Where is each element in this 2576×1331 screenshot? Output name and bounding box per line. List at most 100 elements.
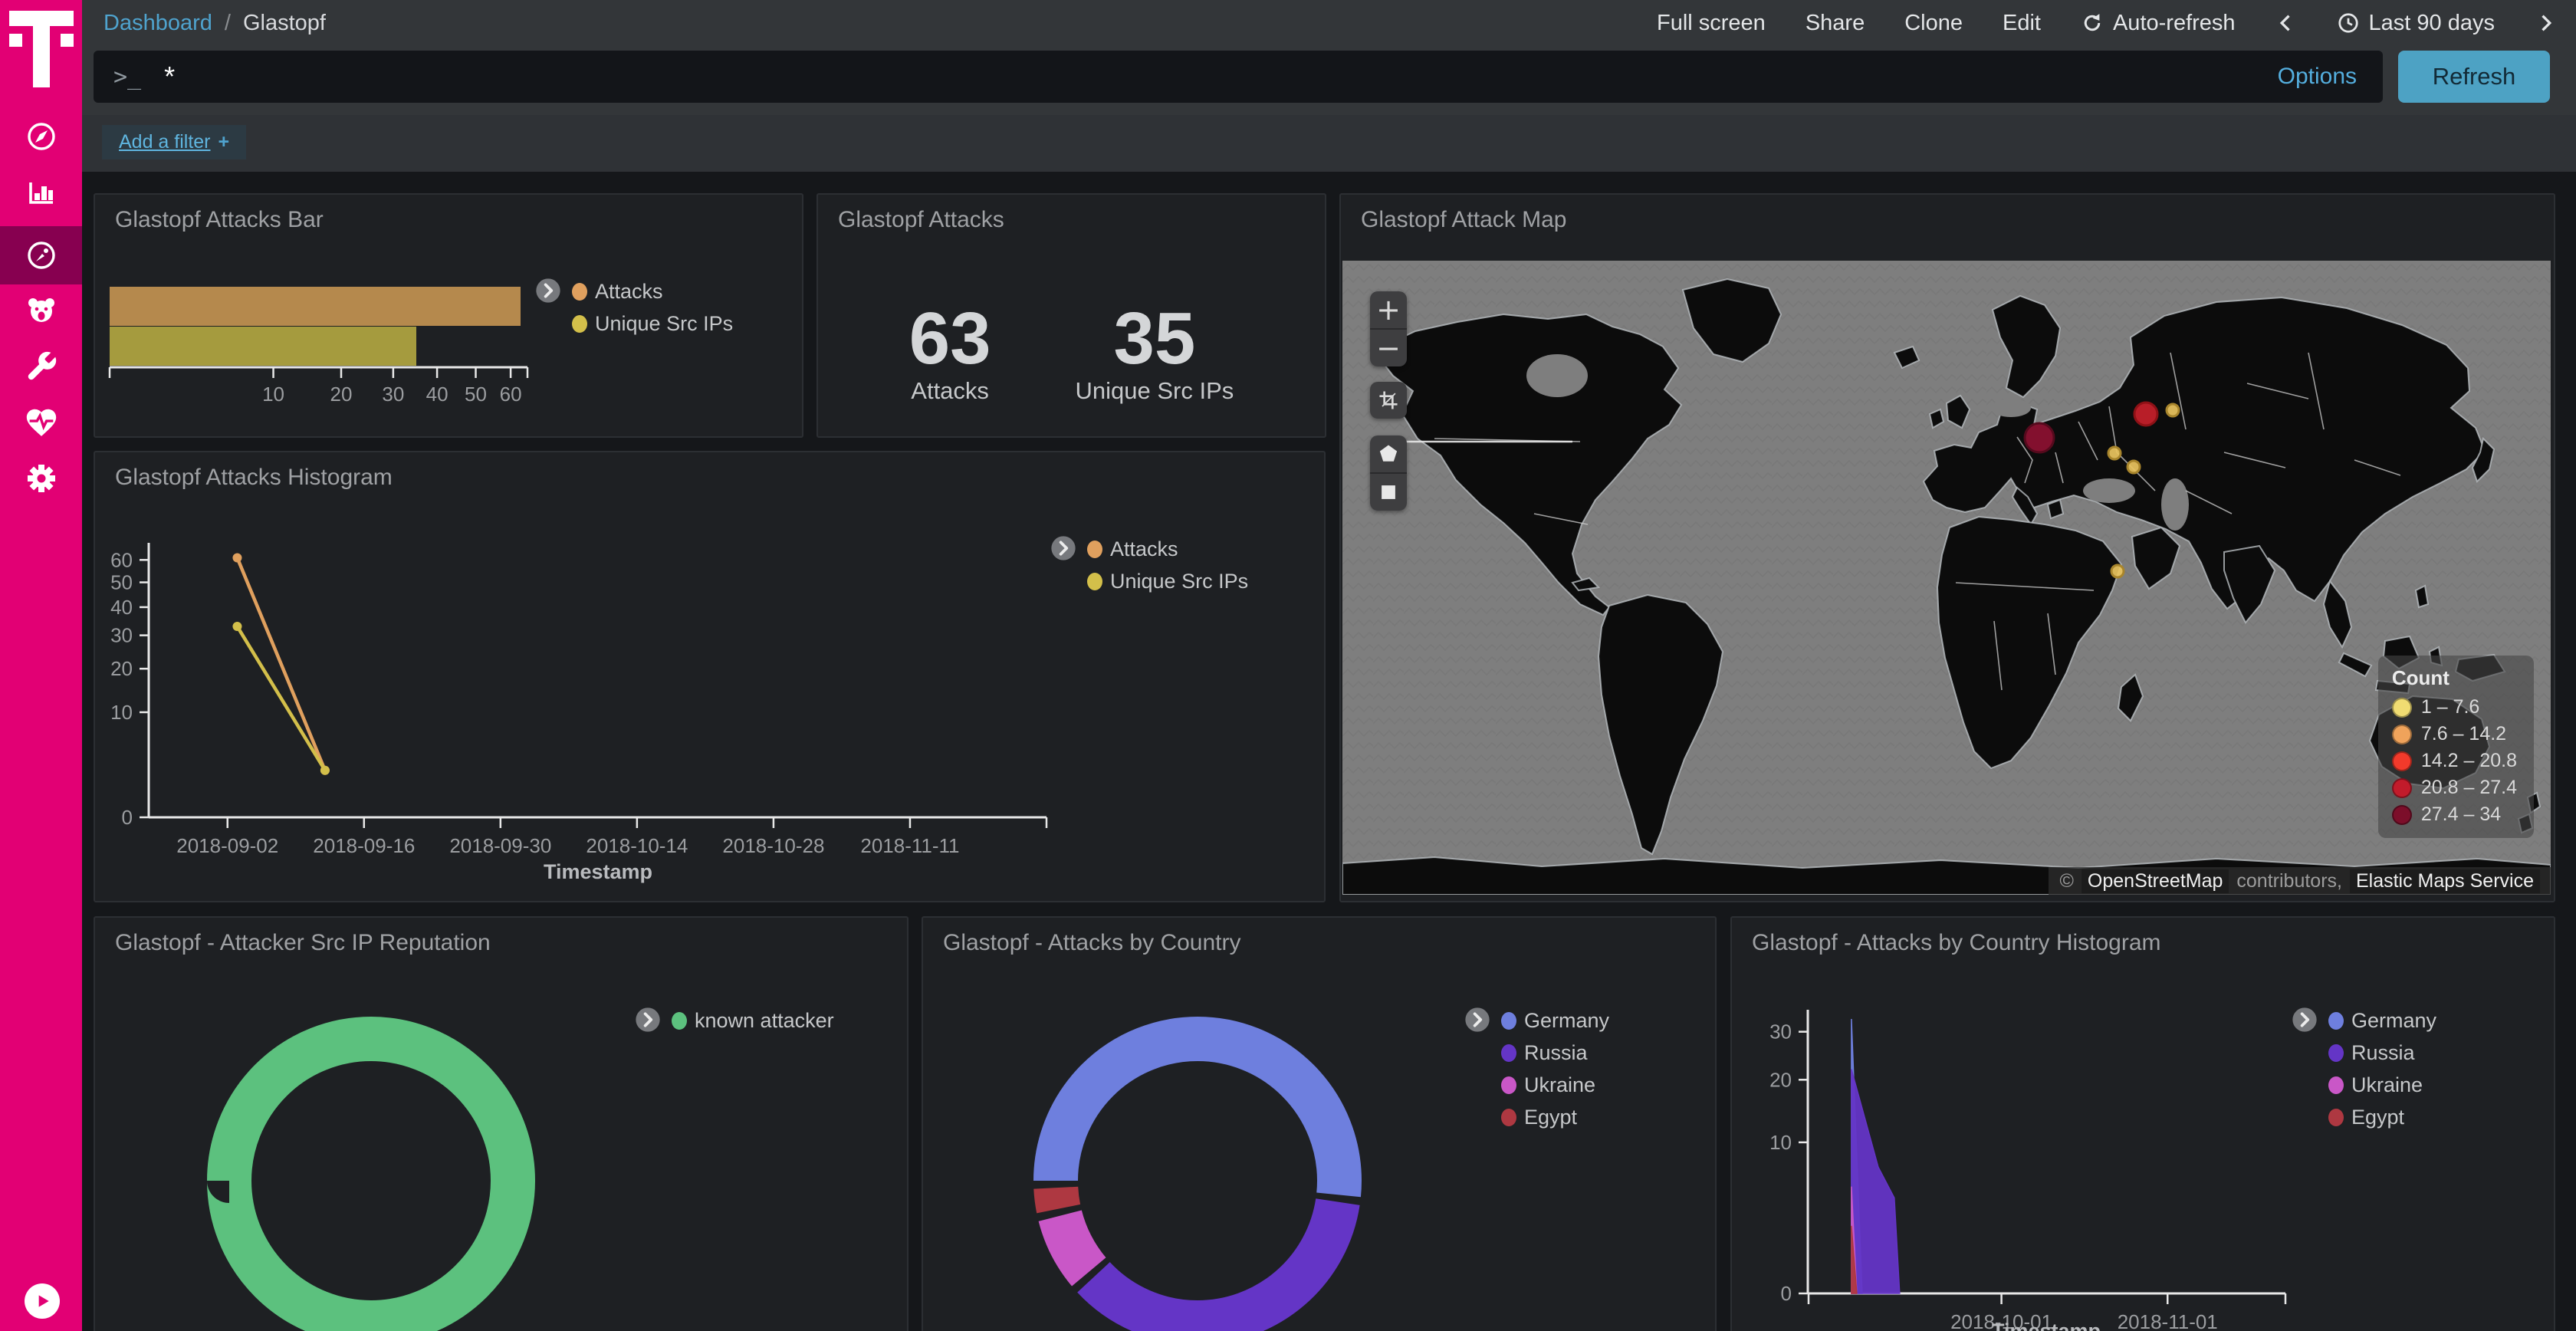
legend-item[interactable]: Egypt bbox=[1501, 1106, 1609, 1129]
auto-refresh-button[interactable]: Auto-refresh bbox=[2081, 11, 2236, 36]
wrench-icon bbox=[24, 349, 59, 384]
axis-tick-label: 0 bbox=[1781, 1282, 1792, 1305]
world-map[interactable] bbox=[1342, 261, 2551, 895]
filter-bar-row: Add a filter+ bbox=[82, 115, 2576, 172]
axis-tick-label: 2018-10-14 bbox=[586, 834, 688, 857]
line-series-Unique Src IPs[interactable] bbox=[237, 626, 324, 771]
edit-button[interactable]: Edit bbox=[2003, 11, 2041, 36]
chart-legend: Germany Russia Ukraine Egypt bbox=[2292, 1007, 2436, 1129]
axis-tick-label: 20 bbox=[1769, 1068, 1792, 1091]
data-point[interactable] bbox=[232, 622, 242, 631]
time-back-button[interactable] bbox=[2275, 12, 2297, 34]
sidebar-item-dev-tools[interactable] bbox=[0, 338, 82, 395]
attack-marker[interactable] bbox=[2134, 403, 2157, 426]
telekom-logo-stem bbox=[33, 11, 50, 87]
attack-marker[interactable] bbox=[2111, 565, 2124, 577]
bar-Attacks[interactable] bbox=[110, 287, 521, 326]
legend-toggle-button[interactable] bbox=[635, 1007, 661, 1033]
sidebar-item-management[interactable] bbox=[0, 450, 82, 507]
openstreetmap-link[interactable]: OpenStreetMap bbox=[2082, 869, 2229, 893]
legend-item[interactable]: Attacks bbox=[1087, 537, 1248, 561]
time-forward-button[interactable] bbox=[2535, 12, 2556, 34]
data-point[interactable] bbox=[232, 554, 242, 563]
axis-tick-label: 30 bbox=[1769, 1020, 1792, 1043]
legend-item[interactable]: Germany bbox=[2328, 1009, 2436, 1033]
chevron-left-icon bbox=[2275, 12, 2297, 34]
copyright-symbol: © bbox=[2059, 870, 2073, 892]
sidebar-item-visualize[interactable] bbox=[0, 164, 82, 221]
legend-item[interactable]: Unique Src IPs bbox=[1087, 570, 1248, 593]
legend-swatch bbox=[1501, 1109, 1516, 1126]
legend-toggle-button[interactable] bbox=[535, 278, 561, 304]
breadcrumb: Dashboard / Glastopf bbox=[104, 11, 326, 36]
legend-item[interactable]: known attacker bbox=[672, 1009, 834, 1033]
panel-title: Glastopf Attacks bbox=[838, 207, 1004, 233]
legend-item[interactable]: Ukraine bbox=[1501, 1073, 1609, 1097]
map-legend-item: 20.8 – 27.4 bbox=[2392, 777, 2517, 799]
reputation-donut-chart[interactable] bbox=[103, 912, 639, 1331]
attacks-histogram-chart[interactable]: 01020304050602018-09-022018-09-162018-09… bbox=[95, 452, 1324, 901]
search-input[interactable]: >_ * Options bbox=[94, 51, 2383, 103]
legend-label: Germany bbox=[2351, 1009, 2436, 1033]
legend-label: Ukraine bbox=[2351, 1073, 2423, 1097]
time-range-picker[interactable]: Last 90 days bbox=[2337, 11, 2495, 36]
legend-item[interactable]: Russia bbox=[2328, 1041, 2436, 1065]
zoom-out-button[interactable]: − bbox=[1370, 328, 1407, 366]
donut-slice-known attacker[interactable] bbox=[229, 1039, 513, 1323]
sidebar-item-dashboard[interactable] bbox=[0, 226, 82, 284]
metric-value: 63 bbox=[909, 302, 991, 376]
legend-item[interactable]: Attacks bbox=[572, 280, 733, 304]
attack-map[interactable]: + − bbox=[1342, 261, 2551, 895]
metric-row: 63 Attacks 35 Unique Src IPs bbox=[818, 302, 1325, 405]
attack-marker[interactable] bbox=[2108, 447, 2121, 459]
axis-tick-label: 50 bbox=[465, 383, 487, 406]
breadcrumb-dashboard-link[interactable]: Dashboard bbox=[104, 11, 212, 36]
elastic-maps-service-link[interactable]: Elastic Maps Service bbox=[2350, 869, 2540, 893]
map-legend-swatch bbox=[2392, 751, 2412, 771]
crop-fit-button[interactable] bbox=[1370, 382, 1407, 419]
telekom-logo[interactable] bbox=[9, 11, 74, 87]
legend-item[interactable]: Egypt bbox=[2328, 1106, 2436, 1129]
refresh-button[interactable]: Refresh bbox=[2398, 51, 2550, 103]
draw-polygon-button[interactable] bbox=[1370, 435, 1407, 472]
map-count-legend: Count 1 – 7.67.6 – 14.214.2 – 20.820.8 –… bbox=[2378, 656, 2534, 838]
sidebar-item-monitoring[interactable] bbox=[0, 394, 82, 451]
attack-marker[interactable] bbox=[2025, 423, 2054, 452]
metric-attacks: 63 Attacks bbox=[909, 302, 991, 405]
legend-toggle-button[interactable] bbox=[1050, 535, 1076, 561]
map-fit-control bbox=[1370, 382, 1407, 419]
area-series-Russia[interactable] bbox=[1852, 1070, 1900, 1293]
map-legend-swatch bbox=[2392, 778, 2412, 798]
share-button[interactable]: Share bbox=[1806, 11, 1865, 36]
sidebar-item-discover[interactable] bbox=[0, 108, 82, 165]
draw-rectangle-button[interactable] bbox=[1370, 472, 1407, 511]
country-donut-chart[interactable] bbox=[929, 912, 1466, 1331]
chevron-right-icon bbox=[535, 278, 561, 304]
options-link[interactable]: Options bbox=[2278, 64, 2357, 90]
legend-item[interactable]: Germany bbox=[1501, 1009, 1609, 1033]
chevron-right-icon bbox=[2535, 12, 2556, 34]
legend-toggle-button[interactable] bbox=[1464, 1007, 1490, 1033]
axis-tick-label: 2018-10-28 bbox=[722, 834, 824, 857]
map-zoom-controls: + − bbox=[1370, 291, 1407, 366]
zoom-in-button[interactable]: + bbox=[1370, 291, 1407, 328]
legend-toggle-button[interactable] bbox=[2292, 1007, 2318, 1033]
square-icon bbox=[1376, 480, 1401, 504]
map-legend-swatch bbox=[2392, 805, 2412, 825]
full-screen-button[interactable]: Full screen bbox=[1657, 11, 1766, 36]
legend-label: known attacker bbox=[695, 1009, 834, 1033]
data-point[interactable] bbox=[320, 766, 330, 775]
bar-Unique Src IPs[interactable] bbox=[110, 327, 416, 366]
add-filter-button[interactable]: Add a filter+ bbox=[102, 125, 246, 159]
clone-button[interactable]: Clone bbox=[1904, 11, 1963, 36]
heartbeat-icon bbox=[24, 405, 59, 440]
line-series-Attacks[interactable] bbox=[237, 558, 324, 771]
sidebar-item-honeypot[interactable] bbox=[0, 282, 82, 339]
attack-marker[interactable] bbox=[2128, 461, 2140, 473]
attack-marker[interactable] bbox=[2167, 404, 2179, 416]
sidebar-collapse-button[interactable] bbox=[25, 1283, 60, 1319]
legend-item[interactable]: Ukraine bbox=[2328, 1073, 2436, 1097]
legend-item[interactable]: Unique Src IPs bbox=[572, 312, 733, 336]
legend-item[interactable]: Russia bbox=[1501, 1041, 1609, 1065]
chevron-right-icon bbox=[1050, 535, 1076, 561]
